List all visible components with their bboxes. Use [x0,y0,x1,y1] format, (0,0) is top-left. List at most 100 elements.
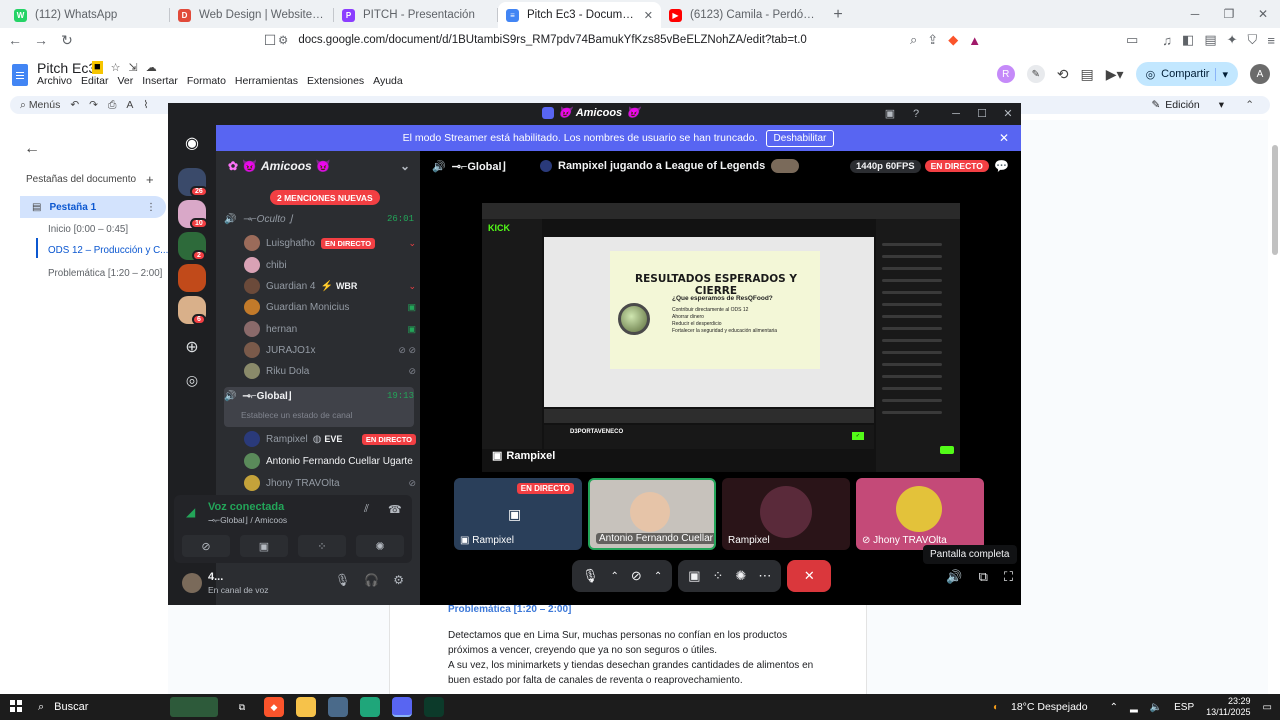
app-icon[interactable] [360,697,380,717]
brave-icon[interactable]: ◆ [264,697,284,717]
music-icon[interactable]: ♫ [1162,33,1172,48]
star-icon[interactable]: ☆ [111,61,121,74]
screen-share-icon[interactable]: ▣ [240,535,288,557]
screen-share-icon[interactable]: ▣ [688,568,700,584]
voice-user[interactable]: Rampixel ◍ EVE EN DIRECTO [244,429,416,449]
vpn-icon[interactable]: ⛉ [1248,32,1258,48]
language-indicator[interactable]: ESP [1174,702,1194,713]
share-button[interactable]: ◎ Compartir ▾ [1135,62,1238,86]
settings-gear-icon[interactable]: ⚙ [393,573,404,587]
close-icon[interactable]: ✕ [995,107,1021,120]
channel-status-input[interactable]: Establece un estado de canal [241,410,353,420]
google-docs-logo-icon[interactable] [12,64,28,86]
menu-ayuda[interactable]: Ayuda [373,75,403,87]
leave-call-button[interactable]: ✕ [787,560,832,592]
participant-tile[interactable]: EN DIRECTO ▣ ▣ Rampixel [454,478,582,550]
paint-format-icon[interactable]: ⌇ [143,99,148,111]
back-arrow-icon[interactable]: ← [24,140,40,158]
collapse-toolbar-icon[interactable]: ⌃ [1245,99,1254,111]
participant-tile[interactable]: ⊘ Jhony TRAVOlta [856,478,984,550]
menu-ver[interactable]: Ver [117,75,133,87]
voice-user[interactable]: Guardian 4 ⚡ WBR ⌄ [244,276,416,296]
menu-herramientas[interactable]: Herramientas [235,75,298,87]
close-window-icon[interactable]: ✕ [1246,0,1280,28]
emoji-icon[interactable]: ■ [92,61,103,74]
ai-icon[interactable]: ✦ [1227,32,1238,48]
document-title[interactable]: Pitch Ec3 [37,60,96,76]
add-server-icon[interactable]: ⊕ [178,334,206,362]
more-icon[interactable]: ⋯ [758,568,771,584]
more-options-icon[interactable]: ⋮ [146,202,156,213]
voice-user[interactable]: Jhony TRAVOlta ⊘ [244,473,416,493]
new-tab-button[interactable]: + [824,2,852,28]
windows-start-icon[interactable] [10,700,22,712]
chevron-up-icon[interactable]: ⌃ [611,571,619,582]
terminal-icon[interactable] [424,697,444,717]
noise-suppression-icon[interactable]: ⫽ [364,503,369,516]
comments-icon[interactable]: ▤ [1081,66,1094,83]
microphone-icon[interactable]: 🎙 [335,573,350,587]
connection-signal-icon[interactable]: ◢ [186,505,195,519]
server-header[interactable]: ✿ 😈 Amicoos 😈 ⌄ [216,151,420,181]
fullscreen-icon[interactable]: ⛶ [1004,569,1013,585]
help-icon[interactable]: ? [903,108,929,120]
meet-icon[interactable]: ▶▾ [1106,66,1124,83]
minimize-icon[interactable]: ─ [1178,0,1212,28]
wallet-icon[interactable]: ▤ [1204,32,1216,48]
file-explorer-icon[interactable] [296,697,316,717]
reload-icon[interactable]: ↻ [56,29,78,51]
soundboard-icon[interactable]: ✺ [356,535,404,557]
voice-user[interactable]: Guardian Monicius ▣ [244,297,416,317]
maximize-icon[interactable]: ☐ [969,107,995,120]
move-icon[interactable]: ⇲ [129,61,138,74]
weather-text[interactable]: 18°C Despejado [1011,701,1088,713]
browser-tab-pitch[interactable]: P PITCH - Presentación [334,2,497,28]
outline-item[interactable]: Problemática [1:20 – 2:00] [48,268,162,279]
activities-icon[interactable]: ⁘ [713,568,724,584]
menu-editar[interactable]: Editar [81,75,108,87]
volume-icon[interactable]: 🔈 [1150,702,1162,713]
menu-insertar[interactable]: Insertar [142,75,178,87]
chevron-up-icon[interactable]: ⌃ [1110,702,1118,713]
camera-off-icon[interactable]: ⊘ [631,568,642,584]
notifications-icon[interactable]: ▭ [1263,702,1272,713]
browser-tab-docs[interactable]: ≡ Pitch Ec3 - Documentos de Goo ✕ [498,2,661,28]
camera-off-icon[interactable]: ⊘ [182,535,230,557]
cast-icon[interactable]: ▭ [1126,32,1138,48]
sidebar-icon[interactable]: ◧ [1182,32,1194,48]
disable-streamer-button[interactable]: Deshabilitar [765,129,835,147]
close-banner-icon[interactable]: ✕ [999,131,1009,145]
voice-channel-global[interactable]: 🔊 ⊸⌐Global⌋ 19:13 Establece un estado de… [224,387,414,427]
volume-icon[interactable]: 🔊 [946,569,962,585]
print-icon[interactable]: ⎙ [108,99,116,112]
network-icon[interactable]: ▂ [1130,702,1138,713]
forward-arrow-icon[interactable]: → [30,29,52,51]
taskbar-search[interactable]: ⌕ Buscar [30,697,220,717]
voice-user[interactable]: JURAJO1x ⊘ ⊘ [244,340,416,360]
editing-mode-dropdown[interactable]: ✎ Edición ▾ [1151,96,1224,114]
new-mentions-pill[interactable]: 2 MENCIONES NUEVAS [270,190,380,205]
redo-icon[interactable]: ↷ [89,99,98,111]
search-menus-icon[interactable]: ⌕ Menús [20,99,60,112]
browser-tab-youtube[interactable]: ▶ (6123) Camila - Perdón - YouTube [661,2,824,28]
outline-item[interactable]: Inicio [0:00 – 0:45] [48,224,128,235]
microphone-icon[interactable]: 🎙 [582,568,599,584]
voice-user[interactable]: Riku Dola ⊘ [244,361,416,381]
files-icon[interactable] [328,697,348,717]
headphones-icon[interactable]: 🎧 [364,573,379,587]
rewards-icon[interactable]: ▲ [968,33,981,48]
brave-shield-icon[interactable]: ◆ [948,32,958,48]
share-icon[interactable]: ⇪ [927,32,938,48]
chevron-up-icon[interactable]: ⌃ [654,571,662,582]
menu-archivo[interactable]: Archivo [37,75,72,87]
back-arrow-icon[interactable]: ← [4,29,26,51]
voice-user[interactable]: Antonio Fernando Cuellar Ugarte [244,451,416,471]
undo-icon[interactable]: ↶ [70,99,79,111]
voice-user[interactable]: hernan ▣ [244,319,416,339]
address-bar[interactable]: ⚙ docs.google.com/document/d/1BUtambiS9r… [278,30,998,50]
minimize-icon[interactable]: ─ [943,108,969,120]
discord-home-icon[interactable]: ◉ [178,130,206,158]
clock[interactable]: 23:29 13/11/2025 [1206,696,1250,718]
disconnect-icon[interactable]: ☎ [388,503,402,516]
discord-taskbar-icon[interactable] [392,697,412,717]
